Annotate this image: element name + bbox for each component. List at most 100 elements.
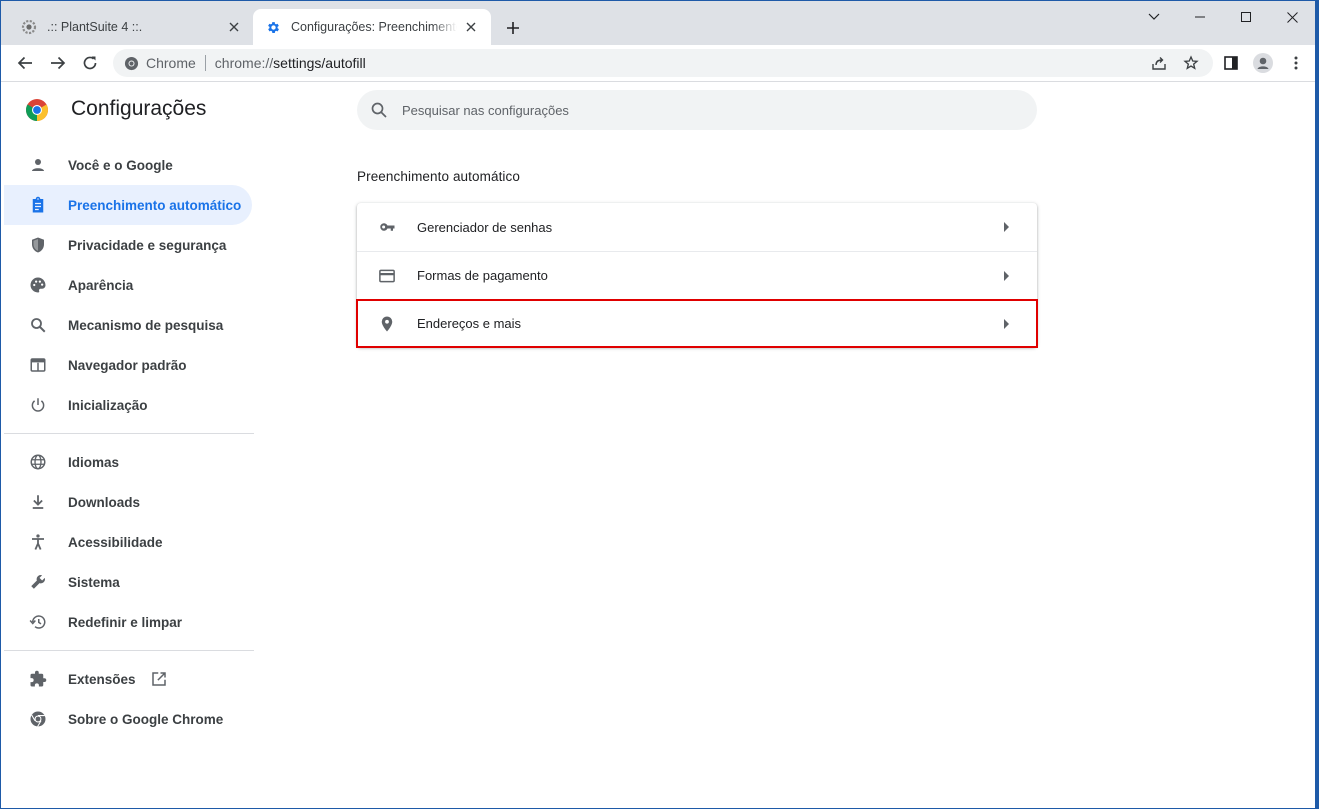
sidebar-item-label: Acessibilidade <box>68 534 163 550</box>
tab-strip: .:: PlantSuite 4 ::. Configurações: Pree… <box>1 1 1315 45</box>
close-tab-icon[interactable] <box>226 19 242 35</box>
bookmark-button[interactable] <box>1177 49 1205 77</box>
maximize-icon <box>1241 12 1251 22</box>
arrow-right-icon <box>997 314 1017 334</box>
plantsuite-favicon-icon <box>21 19 37 35</box>
minimize-button[interactable] <box>1177 1 1223 33</box>
sidebar-item-aparencia[interactable]: Aparência <box>4 265 252 305</box>
restore-icon <box>26 610 50 634</box>
accessibility-icon <box>26 530 50 554</box>
sidebar-item-label: Privacidade e segurança <box>68 237 227 253</box>
chrome-icon <box>26 707 50 731</box>
sidebar-item-redefinir-e-limpar[interactable]: Redefinir e limpar <box>4 602 252 642</box>
chrome-logo-icon <box>25 98 49 122</box>
share-button[interactable] <box>1145 49 1173 77</box>
sidebar-item-label: Sistema <box>68 574 120 590</box>
profile-button[interactable] <box>1249 49 1277 77</box>
reload-button[interactable] <box>76 49 104 77</box>
row-formas-de-pagamento[interactable]: Formas de pagamento <box>357 251 1037 299</box>
close-tab-icon[interactable] <box>463 19 479 35</box>
credit-card-icon <box>377 266 397 286</box>
palette-icon <box>26 273 50 297</box>
sidebar-item-preenchimento-automatico[interactable]: Preenchimento automático <box>4 185 252 225</box>
minimize-icon <box>1195 16 1205 18</box>
url-scheme: chrome:// <box>214 55 274 71</box>
key-icon <box>377 217 397 237</box>
puzzle-icon <box>26 667 50 691</box>
forward-button[interactable] <box>44 49 72 77</box>
browser-window: .:: PlantSuite 4 ::. Configurações: Pree… <box>0 0 1319 809</box>
tab-plantsuite[interactable]: .:: PlantSuite 4 ::. <box>9 9 254 45</box>
sidebar-item-label: Navegador padrão <box>68 357 187 373</box>
settings-sidebar: Você e o Google Preenchimento automático… <box>4 145 254 739</box>
sidebar-item-sobre-o-google-chrome[interactable]: Sobre o Google Chrome <box>4 699 252 739</box>
back-button[interactable] <box>11 49 39 77</box>
sidebar-item-mecanismo-de-pesquisa[interactable]: Mecanismo de pesquisa <box>4 305 252 345</box>
sidebar-item-label: Redefinir e limpar <box>68 614 183 630</box>
chrome-site-icon <box>123 55 139 71</box>
avatar-icon <box>1253 53 1273 73</box>
arrow-right-icon <box>51 56 66 70</box>
settings-gear-icon <box>265 19 281 35</box>
sidebar-item-label: Preenchimento automático <box>68 197 242 213</box>
row-enderecos-e-mais[interactable]: Endereços e mais <box>357 299 1037 347</box>
tab-title: .:: PlantSuite 4 ::. <box>47 20 143 34</box>
close-icon <box>1286 11 1298 23</box>
sidebar-item-extensoes[interactable]: Extensões <box>4 659 252 699</box>
sidebar-item-label: Aparência <box>68 277 134 293</box>
arrow-right-icon <box>997 217 1017 237</box>
sidebar-item-label: Downloads <box>68 494 141 510</box>
sidebar-item-label: Inicialização <box>68 397 148 413</box>
sidebar-item-label: Mecanismo de pesquisa <box>68 317 224 333</box>
sidebar-item-privacidade-e-seguranca[interactable]: Privacidade e segurança <box>4 225 252 265</box>
side-panel-icon <box>1224 56 1238 70</box>
row-gerenciador-de-senhas[interactable]: Gerenciador de senhas <box>357 203 1037 251</box>
globe-icon <box>26 450 50 474</box>
person-icon <box>26 153 50 177</box>
sidebar-item-label: Sobre o Google Chrome <box>68 711 224 727</box>
search-input[interactable] <box>402 102 1002 118</box>
sidebar-item-voce-e-o-google[interactable]: Você e o Google <box>4 145 252 185</box>
tab-title: Configurações: Preenchimento automático <box>291 20 457 34</box>
window-controls <box>1131 1 1315 33</box>
row-label: Formas de pagamento <box>417 268 548 283</box>
clipboard-icon <box>26 193 50 217</box>
new-tab-button[interactable] <box>501 16 525 40</box>
sidebar-item-idiomas[interactable]: Idiomas <box>4 442 252 482</box>
address-bar[interactable]: Chrome chrome://settings/autofill <box>113 49 1213 77</box>
row-label: Endereços e mais <box>417 316 522 331</box>
site-chip: Chrome <box>146 55 196 71</box>
side-panel-button[interactable] <box>1217 49 1245 77</box>
location-pin-icon <box>377 314 397 334</box>
arrow-right-icon <box>997 266 1017 286</box>
sidebar-item-sistema[interactable]: Sistema <box>4 562 252 602</box>
menu-button[interactable] <box>1282 49 1310 77</box>
tab-settings-autofill[interactable]: Configurações: Preenchimento automático <box>253 9 491 45</box>
browser-toolbar: Chrome chrome://settings/autofill <box>1 45 1315 82</box>
chevron-down-icon <box>1148 13 1160 20</box>
wrench-icon <box>26 570 50 594</box>
sidebar-item-inicializacao[interactable]: Inicialização <box>4 385 252 425</box>
row-label: Gerenciador de senhas <box>417 219 553 235</box>
settings-search[interactable] <box>357 90 1037 130</box>
tab-search-button[interactable] <box>1131 1 1177 33</box>
share-icon <box>1152 57 1166 70</box>
url-text: chrome://settings/autofill <box>215 55 366 71</box>
omnibox-separator <box>204 55 206 71</box>
search-icon <box>370 101 388 119</box>
close-window-button[interactable] <box>1269 1 1315 33</box>
page-title: Configurações <box>71 97 207 120</box>
shield-icon <box>26 233 50 257</box>
sidebar-item-label: Você e o Google <box>68 157 173 173</box>
plus-icon <box>507 22 519 34</box>
sidebar-item-navegador-padrao[interactable]: Navegador padrão <box>4 345 252 385</box>
search-icon <box>26 313 50 337</box>
open-in-new-icon <box>150 670 168 688</box>
sidebar-item-label: Idiomas <box>68 454 120 470</box>
download-icon <box>26 490 50 514</box>
power-icon <box>26 393 50 417</box>
sidebar-divider <box>4 433 254 434</box>
sidebar-item-acessibilidade[interactable]: Acessibilidade <box>4 522 252 562</box>
sidebar-item-downloads[interactable]: Downloads <box>4 482 252 522</box>
maximize-button[interactable] <box>1223 1 1269 33</box>
